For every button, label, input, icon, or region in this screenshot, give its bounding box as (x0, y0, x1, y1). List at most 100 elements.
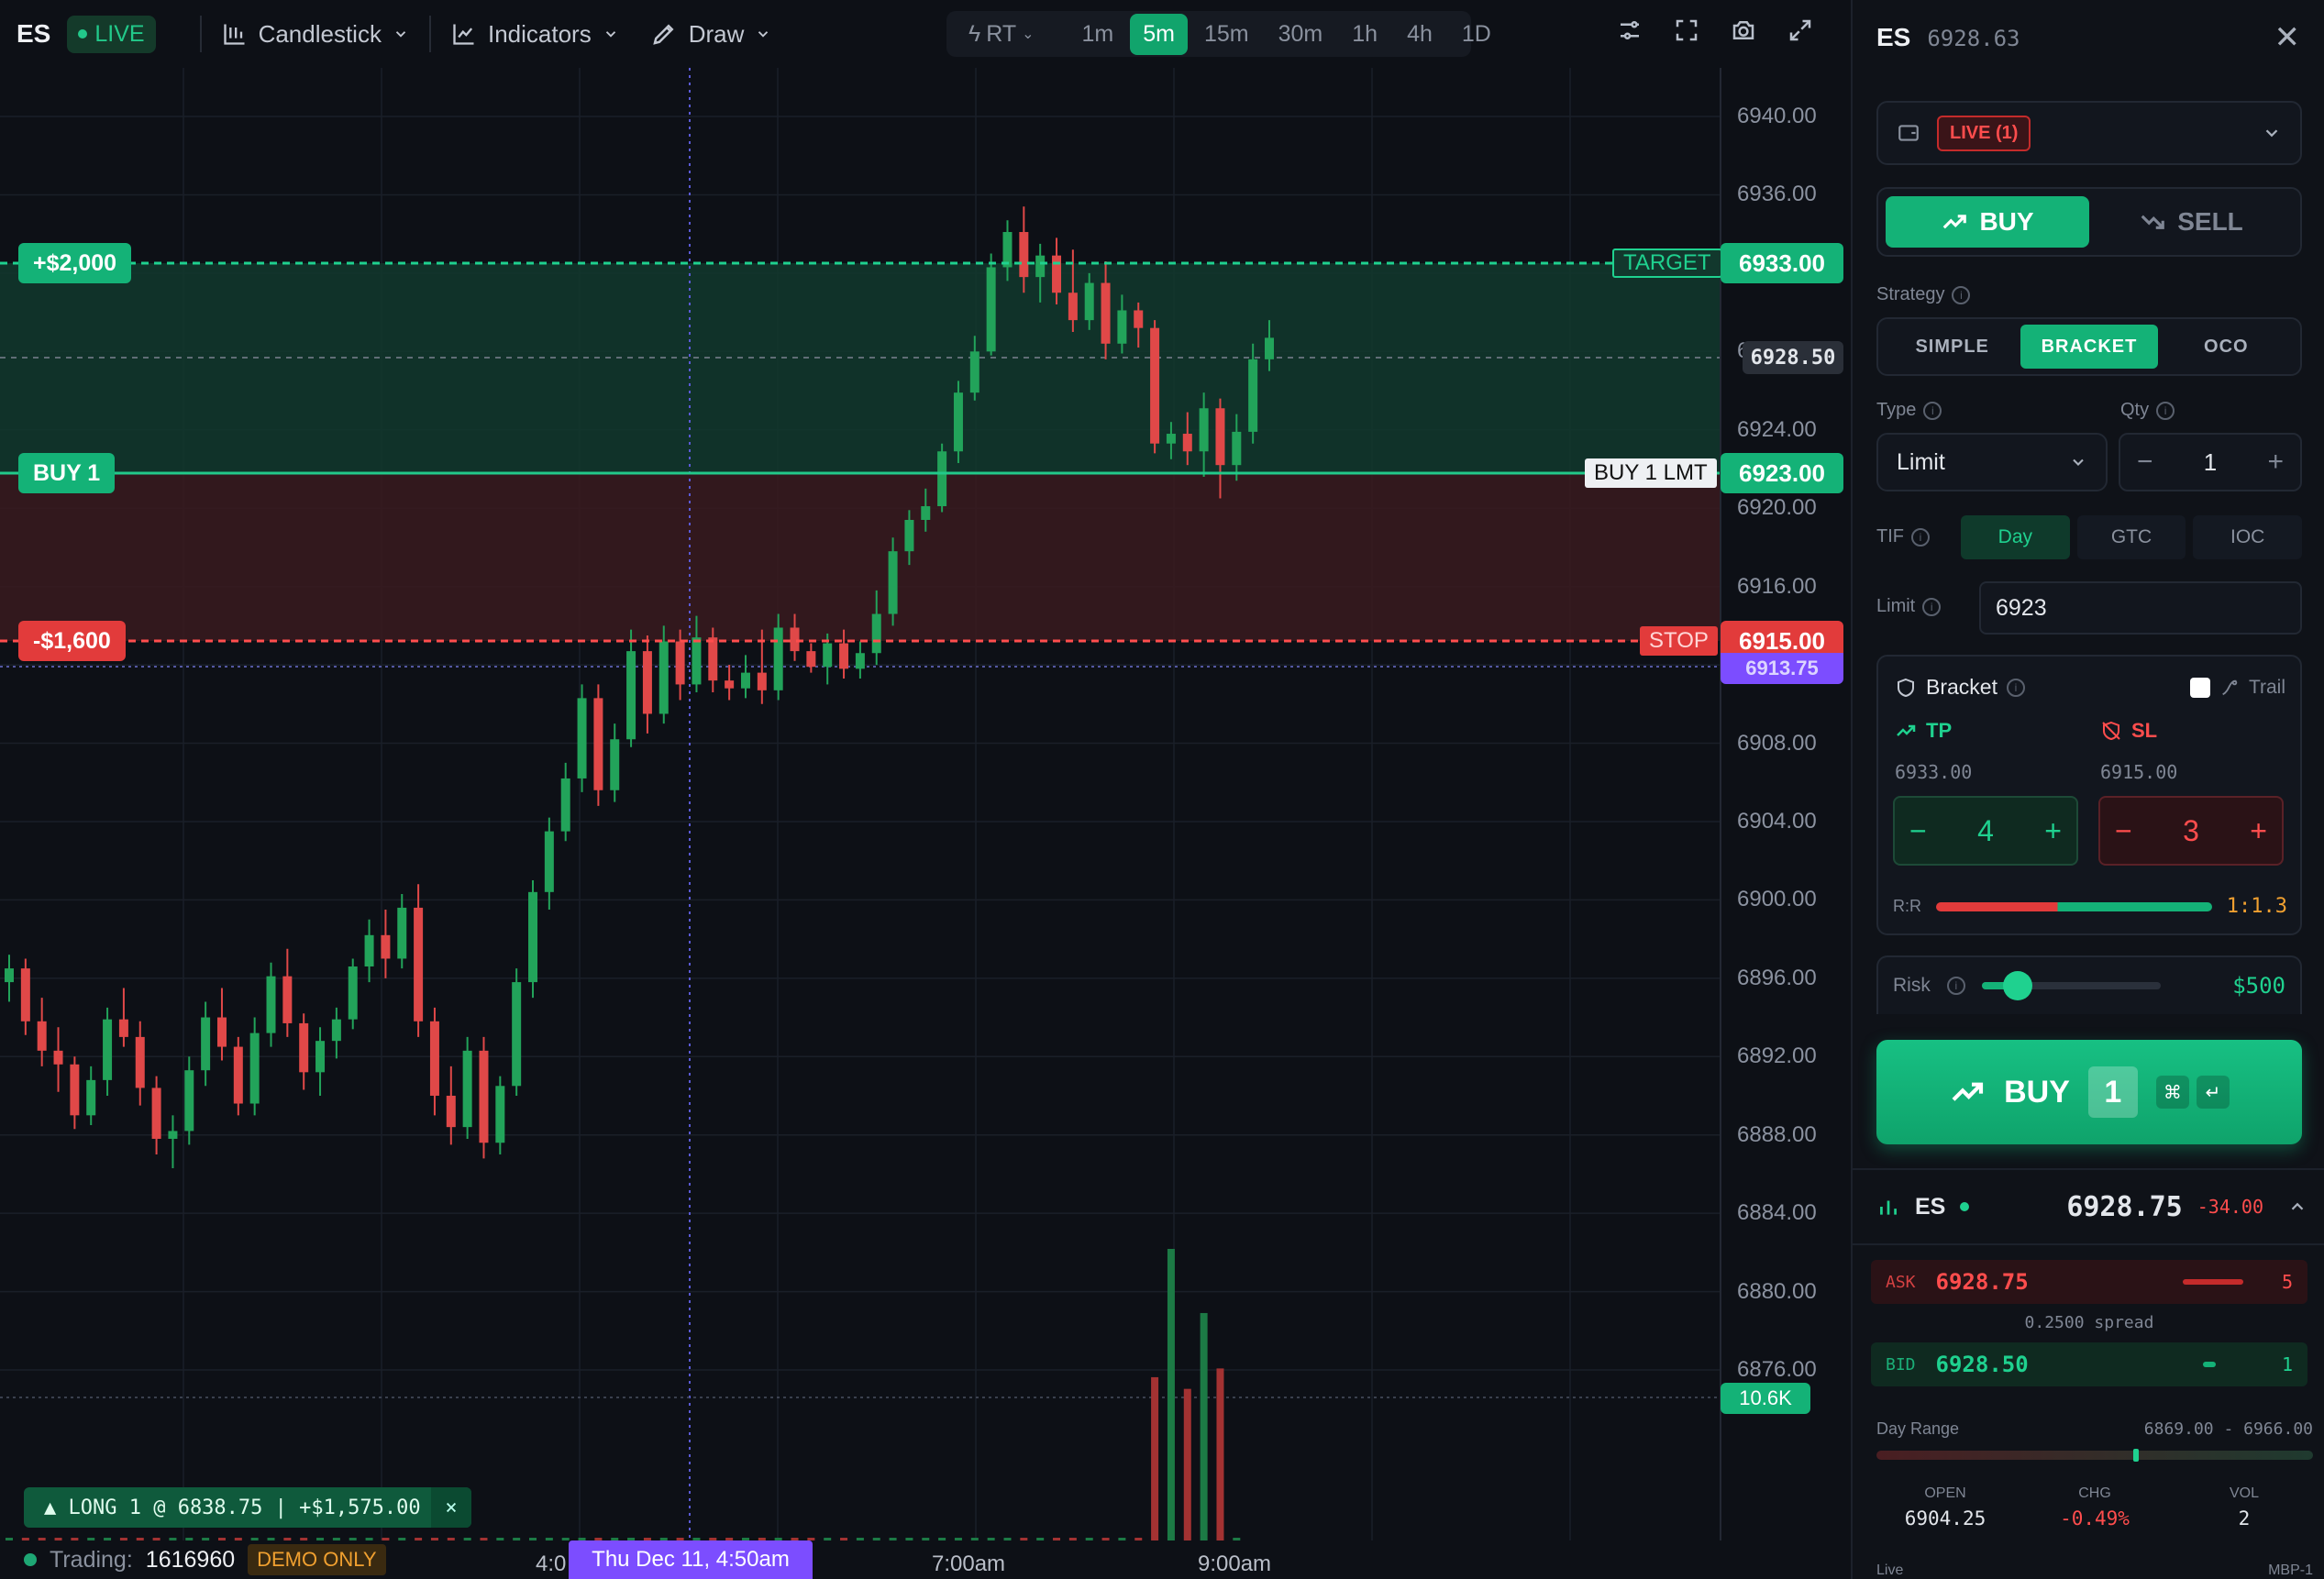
candle-body[interactable] (969, 351, 979, 393)
tp-increment-button[interactable]: + (2044, 814, 2062, 848)
close-position-button[interactable]: × (431, 1487, 471, 1528)
candle-body[interactable] (201, 1017, 211, 1071)
candle-body[interactable] (299, 1022, 309, 1073)
risk-slider-handle[interactable] (2003, 971, 2033, 1000)
candle-body[interactable] (135, 1036, 145, 1088)
price-chart[interactable] (0, 68, 1851, 1579)
candle-body[interactable] (397, 907, 407, 959)
timeframe-5m[interactable]: 5m (1130, 13, 1188, 55)
candle-body[interactable] (348, 966, 358, 1020)
target-pnl-badge[interactable]: +$2,000 (18, 243, 132, 283)
candle-body[interactable] (512, 982, 522, 1087)
candle-body[interactable] (118, 1019, 128, 1037)
camera-icon[interactable] (1730, 17, 1757, 44)
candle-body[interactable] (53, 1050, 63, 1065)
candle-body[interactable] (577, 698, 587, 778)
account-number[interactable]: 1616960 (146, 1547, 235, 1573)
candle-body[interactable] (446, 1095, 456, 1128)
candle-body[interactable] (806, 651, 816, 668)
candle-body[interactable] (233, 1046, 243, 1104)
candle-body[interactable] (331, 1019, 341, 1042)
candle-body[interactable] (1084, 282, 1094, 321)
tp-ticks-value[interactable]: 4 (1977, 814, 1994, 848)
tp-decrement-button[interactable]: − (1909, 814, 1927, 848)
candle-body[interactable] (1215, 408, 1225, 466)
ask-row[interactable]: ASK 6928.75 5 (1871, 1260, 2307, 1304)
order-type-select[interactable]: Limit (1876, 433, 2108, 491)
candle-body[interactable] (528, 891, 538, 983)
info-icon[interactable]: i (1923, 401, 1942, 420)
realtime-dropdown[interactable]: ϟ RT ⌄ (956, 14, 1047, 55)
candle-body[interactable] (184, 1070, 194, 1132)
chart-type-dropdown[interactable]: Candlestick (222, 20, 409, 49)
candle-body[interactable] (216, 1017, 227, 1047)
candle-body[interactable] (1035, 255, 1046, 278)
limit-price-input[interactable]: 6923 (1979, 581, 2302, 635)
trail-toggle[interactable]: Trail (2189, 677, 2285, 699)
candle-body[interactable] (1134, 310, 1144, 328)
candle-body[interactable] (888, 551, 898, 614)
tif-ioc[interactable]: IOC (2193, 515, 2303, 559)
candle-body[interactable] (168, 1131, 178, 1139)
candle-body[interactable] (855, 653, 865, 669)
timeframe-15m[interactable]: 15m (1191, 14, 1262, 55)
candle-body[interactable] (790, 627, 800, 652)
candle-body[interactable] (757, 672, 767, 690)
settings-sliders-icon[interactable] (1616, 17, 1643, 44)
account-selector[interactable]: LIVE (1) (1876, 101, 2302, 165)
candle-body[interactable] (708, 637, 718, 681)
position-pill[interactable]: ▲ LONG 1 @ 6838.75 | +$1,575.00 × (24, 1487, 471, 1528)
candle-body[interactable] (921, 506, 931, 521)
candle-body[interactable] (364, 934, 374, 966)
info-icon[interactable]: i (1946, 977, 1965, 995)
tif-gtc[interactable]: GTC (2076, 515, 2186, 559)
timeframe-30m[interactable]: 30m (1266, 14, 1336, 55)
expand-icon[interactable] (1787, 17, 1814, 44)
candle-body[interactable] (725, 680, 735, 689)
candle-body[interactable] (839, 643, 849, 669)
candle-body[interactable] (495, 1086, 505, 1143)
candle-body[interactable] (249, 1032, 260, 1104)
draw-dropdown[interactable]: Draw (650, 20, 772, 49)
candle-body[interactable] (1232, 431, 1242, 466)
buy-side-button[interactable]: BUY (1886, 196, 2089, 248)
candle-body[interactable] (266, 976, 276, 1033)
candle-body[interactable] (462, 1050, 472, 1128)
candle-body[interactable] (103, 1019, 113, 1080)
candle-body[interactable] (953, 392, 963, 452)
timeframe-1m[interactable]: 1m (1069, 14, 1127, 55)
timeframe-4h[interactable]: 4h (1394, 14, 1445, 55)
candle-body[interactable] (1265, 337, 1274, 359)
submit-buy-button[interactable]: BUY 1 ⌘ ↵ (1876, 1040, 2302, 1144)
candle-body[interactable] (626, 651, 636, 740)
strategy-oco[interactable]: OCO (2158, 325, 2295, 369)
candle-body[interactable] (381, 934, 391, 959)
bid-row[interactable]: BID 6928.50 1 (1871, 1342, 2307, 1386)
info-icon[interactable]: i (1952, 285, 1971, 304)
candle-body[interactable] (1166, 434, 1176, 444)
candle-body[interactable] (1101, 282, 1111, 344)
sl-increment-button[interactable]: + (2250, 814, 2267, 848)
info-icon[interactable]: i (1922, 597, 1942, 616)
candle-body[interactable] (544, 831, 554, 892)
risk-slider[interactable] (1981, 971, 2162, 1000)
candle-body[interactable] (1068, 293, 1078, 321)
candle-body[interactable] (1150, 327, 1160, 444)
candle-body[interactable] (1117, 310, 1127, 344)
candle-body[interactable] (1182, 434, 1192, 452)
toolbar-symbol[interactable]: ES (17, 19, 50, 49)
candle-body[interactable] (740, 672, 750, 689)
strategy-bracket[interactable]: BRACKET (2020, 325, 2158, 369)
chart-area[interactable]: ES LIVE Candlestick Indicators Draw ϟ RT ⌄ (0, 0, 1851, 1579)
strategy-simple[interactable]: SIMPLE (1884, 325, 2020, 369)
candle-body[interactable] (642, 651, 652, 714)
candle-body[interactable] (315, 1041, 326, 1073)
candle-body[interactable] (37, 1021, 47, 1051)
timeframe-1h[interactable]: 1h (1339, 14, 1390, 55)
fullscreen-icon[interactable] (1673, 17, 1700, 44)
entry-order-badge[interactable]: BUY 1 (18, 453, 116, 493)
candle-body[interactable] (414, 907, 424, 1021)
stop-pnl-badge[interactable]: -$1,600 (18, 621, 126, 661)
candle-body[interactable] (773, 627, 783, 690)
trail-checkbox[interactable] (2189, 678, 2210, 698)
